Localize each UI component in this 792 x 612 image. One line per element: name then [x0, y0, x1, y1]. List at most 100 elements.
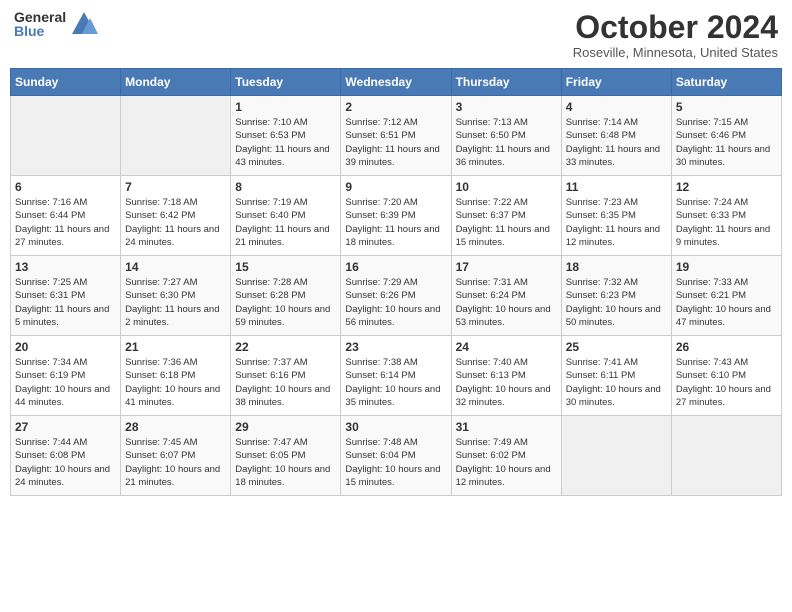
cell-week5-day1: 28 Sunrise: 7:45 AM Sunset: 6:07 PM Dayli… — [121, 416, 231, 496]
day-info: Sunrise: 7:48 AM Sunset: 6:04 PM Dayligh… — [345, 436, 446, 489]
day-info: Sunrise: 7:43 AM Sunset: 6:10 PM Dayligh… — [676, 356, 777, 409]
day-number: 13 — [15, 260, 116, 274]
day-number: 8 — [235, 180, 336, 194]
day-number: 9 — [345, 180, 446, 194]
day-number: 25 — [566, 340, 667, 354]
day-number: 5 — [676, 100, 777, 114]
day-info: Sunrise: 7:36 AM Sunset: 6:18 PM Dayligh… — [125, 356, 226, 409]
day-info: Sunrise: 7:32 AM Sunset: 6:23 PM Dayligh… — [566, 276, 667, 329]
day-number: 1 — [235, 100, 336, 114]
day-info: Sunrise: 7:12 AM Sunset: 6:51 PM Dayligh… — [345, 116, 446, 169]
cell-week3-day5: 18 Sunrise: 7:32 AM Sunset: 6:23 PM Dayli… — [561, 256, 671, 336]
cell-week4-day1: 21 Sunrise: 7:36 AM Sunset: 6:18 PM Dayli… — [121, 336, 231, 416]
day-number: 22 — [235, 340, 336, 354]
calendar-table: SundayMondayTuesdayWednesdayThursdayFrid… — [10, 68, 782, 496]
cell-week5-day6 — [671, 416, 781, 496]
day-number: 11 — [566, 180, 667, 194]
header-tuesday: Tuesday — [231, 69, 341, 96]
calendar-header: SundayMondayTuesdayWednesdayThursdayFrid… — [11, 69, 782, 96]
week-row-1: 1 Sunrise: 7:10 AM Sunset: 6:53 PM Daylig… — [11, 96, 782, 176]
day-number: 3 — [456, 100, 557, 114]
title-block: October 2024 Roseville, Minnesota, Unite… — [573, 10, 778, 60]
day-info: Sunrise: 7:47 AM Sunset: 6:05 PM Dayligh… — [235, 436, 336, 489]
day-number: 17 — [456, 260, 557, 274]
day-info: Sunrise: 7:31 AM Sunset: 6:24 PM Dayligh… — [456, 276, 557, 329]
cell-week2-day5: 11 Sunrise: 7:23 AM Sunset: 6:35 PM Dayli… — [561, 176, 671, 256]
day-number: 31 — [456, 420, 557, 434]
cell-week5-day3: 30 Sunrise: 7:48 AM Sunset: 6:04 PM Dayli… — [341, 416, 451, 496]
header-sunday: Sunday — [11, 69, 121, 96]
day-number: 2 — [345, 100, 446, 114]
cell-week4-day3: 23 Sunrise: 7:38 AM Sunset: 6:14 PM Dayli… — [341, 336, 451, 416]
week-row-4: 20 Sunrise: 7:34 AM Sunset: 6:19 PM Dayli… — [11, 336, 782, 416]
day-info: Sunrise: 7:13 AM Sunset: 6:50 PM Dayligh… — [456, 116, 557, 169]
logo: General Blue — [14, 10, 98, 38]
day-info: Sunrise: 7:23 AM Sunset: 6:35 PM Dayligh… — [566, 196, 667, 249]
cell-week4-day0: 20 Sunrise: 7:34 AM Sunset: 6:19 PM Dayli… — [11, 336, 121, 416]
day-info: Sunrise: 7:20 AM Sunset: 6:39 PM Dayligh… — [345, 196, 446, 249]
day-info: Sunrise: 7:41 AM Sunset: 6:11 PM Dayligh… — [566, 356, 667, 409]
day-info: Sunrise: 7:45 AM Sunset: 6:07 PM Dayligh… — [125, 436, 226, 489]
week-row-5: 27 Sunrise: 7:44 AM Sunset: 6:08 PM Dayli… — [11, 416, 782, 496]
day-number: 26 — [676, 340, 777, 354]
week-row-3: 13 Sunrise: 7:25 AM Sunset: 6:31 PM Dayli… — [11, 256, 782, 336]
header-row: SundayMondayTuesdayWednesdayThursdayFrid… — [11, 69, 782, 96]
day-number: 4 — [566, 100, 667, 114]
cell-week3-day6: 19Sunrise: 7:33 AM Sunset: 6:21 PM Dayli… — [671, 256, 781, 336]
day-info: Sunrise: 7:40 AM Sunset: 6:13 PM Dayligh… — [456, 356, 557, 409]
day-number: 28 — [125, 420, 226, 434]
header-thursday: Thursday — [451, 69, 561, 96]
day-info: Sunrise: 7:44 AM Sunset: 6:08 PM Dayligh… — [15, 436, 116, 489]
day-number: 23 — [345, 340, 446, 354]
day-info: Sunrise: 7:10 AM Sunset: 6:53 PM Dayligh… — [235, 116, 336, 169]
cell-week5-day5 — [561, 416, 671, 496]
cell-week1-day0 — [11, 96, 121, 176]
day-number: 21 — [125, 340, 226, 354]
day-info: Sunrise: 7:16 AM Sunset: 6:44 PM Dayligh… — [15, 196, 116, 249]
day-info: Sunrise: 7:33 AM Sunset: 6:21 PM Dayligh… — [676, 276, 777, 329]
cell-week4-day2: 22 Sunrise: 7:37 AM Sunset: 6:16 PM Dayli… — [231, 336, 341, 416]
day-info: Sunrise: 7:38 AM Sunset: 6:14 PM Dayligh… — [345, 356, 446, 409]
cell-week1-day6: 5Sunrise: 7:15 AM Sunset: 6:46 PM Daylig… — [671, 96, 781, 176]
cell-week5-day4: 31 Sunrise: 7:49 AM Sunset: 6:02 PM Dayli… — [451, 416, 561, 496]
cell-week5-day0: 27 Sunrise: 7:44 AM Sunset: 6:08 PM Dayli… — [11, 416, 121, 496]
day-info: Sunrise: 7:49 AM Sunset: 6:02 PM Dayligh… — [456, 436, 557, 489]
cell-week5-day2: 29 Sunrise: 7:47 AM Sunset: 6:05 PM Dayli… — [231, 416, 341, 496]
day-info: Sunrise: 7:14 AM Sunset: 6:48 PM Dayligh… — [566, 116, 667, 169]
cell-week1-day1 — [121, 96, 231, 176]
day-info: Sunrise: 7:18 AM Sunset: 6:42 PM Dayligh… — [125, 196, 226, 249]
day-info: Sunrise: 7:34 AM Sunset: 6:19 PM Dayligh… — [15, 356, 116, 409]
day-number: 30 — [345, 420, 446, 434]
day-info: Sunrise: 7:19 AM Sunset: 6:40 PM Dayligh… — [235, 196, 336, 249]
cell-week2-day4: 10Sunrise: 7:22 AM Sunset: 6:37 PM Dayli… — [451, 176, 561, 256]
day-number: 6 — [15, 180, 116, 194]
day-info: Sunrise: 7:27 AM Sunset: 6:30 PM Dayligh… — [125, 276, 226, 329]
day-number: 12 — [676, 180, 777, 194]
week-row-2: 6 Sunrise: 7:16 AM Sunset: 6:44 PM Daylig… — [11, 176, 782, 256]
header-wednesday: Wednesday — [341, 69, 451, 96]
page-header: General Blue October 2024 Roseville, Min… — [10, 10, 782, 60]
cell-week3-day4: 17 Sunrise: 7:31 AM Sunset: 6:24 PM Dayli… — [451, 256, 561, 336]
month-title: October 2024 — [573, 10, 778, 45]
cell-week4-day6: 26 Sunrise: 7:43 AM Sunset: 6:10 PM Dayli… — [671, 336, 781, 416]
header-monday: Monday — [121, 69, 231, 96]
day-number: 18 — [566, 260, 667, 274]
logo-blue-text: Blue — [14, 24, 66, 38]
day-number: 29 — [235, 420, 336, 434]
day-info: Sunrise: 7:25 AM Sunset: 6:31 PM Dayligh… — [15, 276, 116, 329]
cell-week1-day5: 4 Sunrise: 7:14 AM Sunset: 6:48 PM Daylig… — [561, 96, 671, 176]
cell-week3-day0: 13 Sunrise: 7:25 AM Sunset: 6:31 PM Dayli… — [11, 256, 121, 336]
cell-week2-day6: 12Sunrise: 7:24 AM Sunset: 6:33 PM Dayli… — [671, 176, 781, 256]
day-number: 24 — [456, 340, 557, 354]
header-friday: Friday — [561, 69, 671, 96]
day-number: 27 — [15, 420, 116, 434]
cell-week1-day2: 1 Sunrise: 7:10 AM Sunset: 6:53 PM Daylig… — [231, 96, 341, 176]
cell-week4-day5: 25 Sunrise: 7:41 AM Sunset: 6:11 PM Dayli… — [561, 336, 671, 416]
day-number: 16 — [345, 260, 446, 274]
day-number: 20 — [15, 340, 116, 354]
day-info: Sunrise: 7:37 AM Sunset: 6:16 PM Dayligh… — [235, 356, 336, 409]
calendar-body: 1 Sunrise: 7:10 AM Sunset: 6:53 PM Daylig… — [11, 96, 782, 496]
cell-week2-day0: 6 Sunrise: 7:16 AM Sunset: 6:44 PM Daylig… — [11, 176, 121, 256]
cell-week1-day4: 3 Sunrise: 7:13 AM Sunset: 6:50 PM Daylig… — [451, 96, 561, 176]
cell-week1-day3: 2 Sunrise: 7:12 AM Sunset: 6:51 PM Daylig… — [341, 96, 451, 176]
